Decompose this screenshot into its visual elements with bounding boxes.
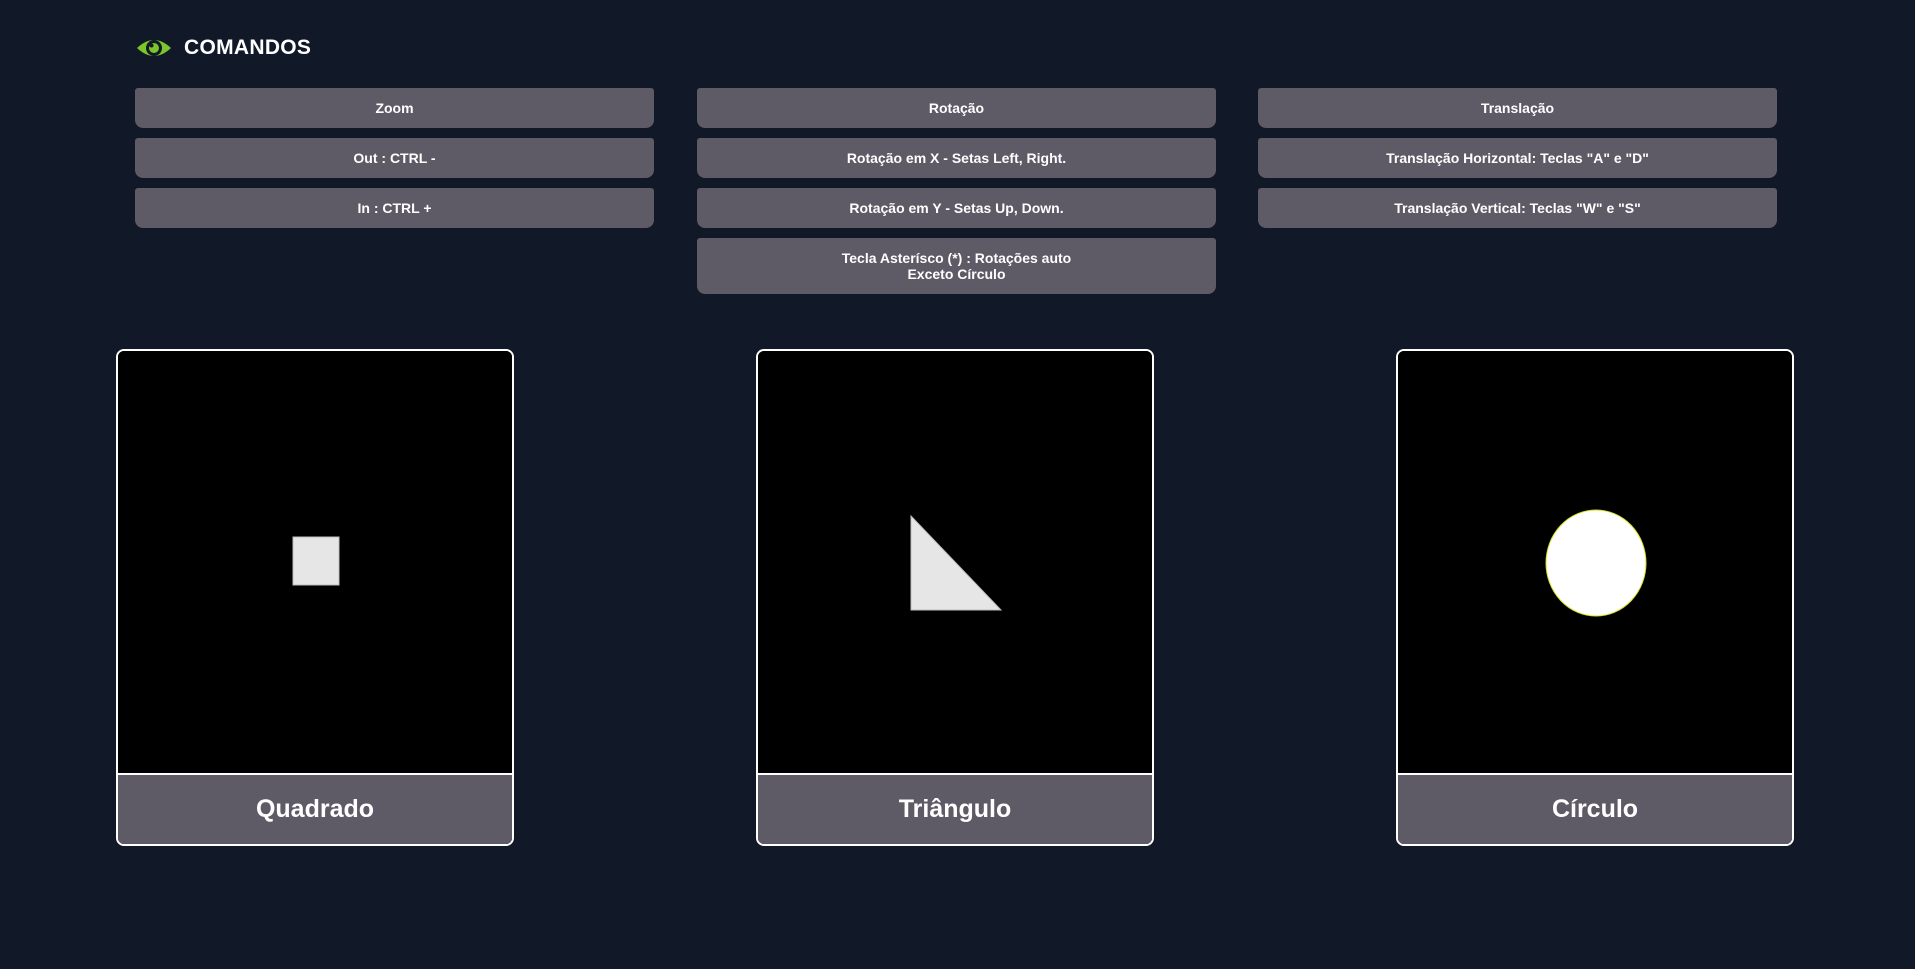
zoom-title-button[interactable]: Zoom — [135, 88, 654, 128]
zoom-in-button[interactable]: In : CTRL + — [135, 188, 654, 228]
zoom-out-button[interactable]: Out : CTRL - — [135, 138, 654, 178]
translation-title-button[interactable]: Translação — [1258, 88, 1777, 128]
auto-rotation-button[interactable]: Tecla Asterísco (*) : Rotações auto Exce… — [697, 238, 1216, 294]
circle-canvas[interactable] — [1398, 351, 1792, 773]
rotation-title-button[interactable]: Rotação — [697, 88, 1216, 128]
circle-shape — [1545, 509, 1647, 617]
square-card: Quadrado — [116, 349, 514, 846]
triangle-canvas[interactable] — [758, 351, 1152, 773]
triangle-card: Triângulo — [756, 349, 1154, 846]
square-canvas[interactable] — [118, 351, 512, 773]
circle-card: Círculo — [1396, 349, 1794, 846]
circle-label: Círculo — [1398, 773, 1792, 844]
translation-commands: Translação Translação Horizontal: Teclas… — [1258, 88, 1777, 238]
square-shape — [292, 536, 340, 586]
triangle-shape — [910, 514, 1003, 611]
eye-icon — [136, 34, 172, 62]
rotation-y-button[interactable]: Rotação em Y - Setas Up, Down. — [697, 188, 1216, 228]
triangle-label: Triângulo — [758, 773, 1152, 844]
rotation-commands: Rotação Rotação em X - Setas Left, Right… — [697, 88, 1216, 304]
page-title: COMANDOS — [184, 36, 312, 59]
rotation-x-button[interactable]: Rotação em X - Setas Left, Right. — [697, 138, 1216, 178]
translation-horizontal-button[interactable]: Translação Horizontal: Teclas "A" e "D" — [1258, 138, 1777, 178]
header: COMANDOS — [136, 28, 311, 68]
zoom-commands: Zoom Out : CTRL - In : CTRL + — [135, 88, 654, 238]
square-label: Quadrado — [118, 773, 512, 844]
translation-vertical-button[interactable]: Translação Vertical: Teclas "W" e "S" — [1258, 188, 1777, 228]
